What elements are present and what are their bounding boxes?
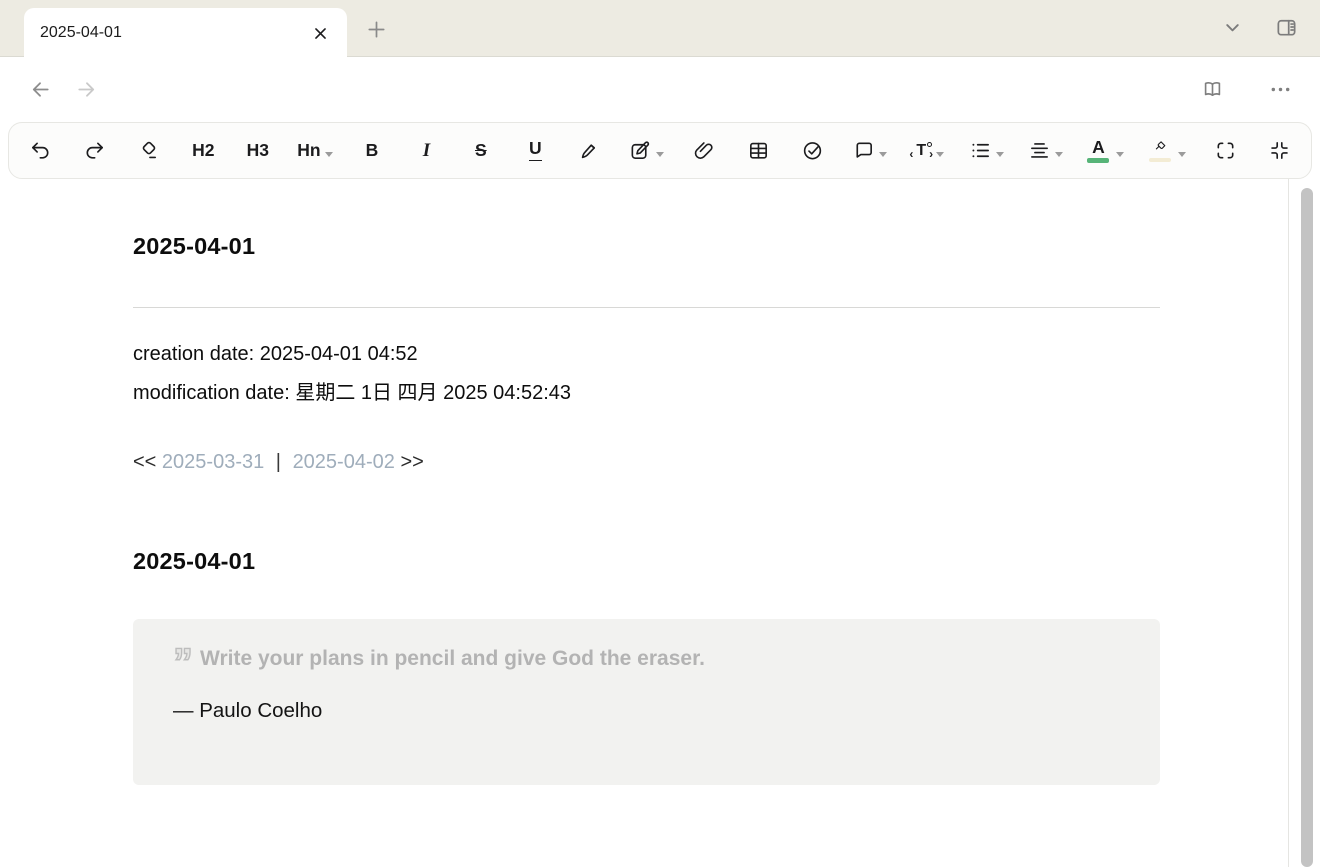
clear-format-eraser-button[interactable] <box>133 131 165 171</box>
nav-right-arrows: >> <box>400 451 423 473</box>
dropdown-caret-icon <box>1178 152 1186 157</box>
new-tab-button[interactable] <box>364 17 388 41</box>
underline-button[interactable]: U <box>519 131 551 171</box>
modification-date-line: modification date: 星期二 1日 四月 2025 04:52:… <box>133 374 1160 413</box>
dropdown-caret-icon <box>656 152 664 157</box>
exit-fullscreen-button[interactable] <box>1264 131 1296 171</box>
nav-left-arrows: << <box>133 451 156 473</box>
highlight-color-dropdown-button[interactable] <box>1148 131 1187 171</box>
navigation-row <box>0 57 1320 122</box>
forward-arrow-icon[interactable] <box>73 77 99 103</box>
underline-label: U <box>529 140 542 161</box>
heading2-label: H2 <box>192 142 214 160</box>
heading3-label: H3 <box>247 142 269 160</box>
insert-edit-dropdown-button[interactable] <box>628 131 665 171</box>
font-color-dropdown-button[interactable]: A <box>1086 131 1125 171</box>
dropdown-caret-icon <box>879 152 887 157</box>
italic-label: I <box>423 141 430 160</box>
text-options-dropdown-button[interactable]: T <box>910 131 945 171</box>
editor-pane: 2025-04-01 creation date: 2025-04-01 04:… <box>0 179 1320 867</box>
day-navigation: << 2025-03-31 | 2025-04-02 >> <box>133 451 1160 474</box>
dropdown-caret-icon <box>1116 152 1124 157</box>
titlebar-actions <box>1219 14 1299 40</box>
font-color-swatch <box>1087 158 1109 163</box>
comment-dropdown-button[interactable] <box>851 131 888 171</box>
creation-date-line: creation date: 2025-04-01 04:52 <box>133 335 1160 374</box>
dropdown-caret-icon <box>1055 152 1063 157</box>
italic-button[interactable]: I <box>410 131 442 171</box>
alignment-dropdown-button[interactable] <box>1027 131 1064 171</box>
dropdown-caret-icon <box>936 152 944 157</box>
prev-day-link[interactable]: 2025-03-31 <box>162 451 264 473</box>
font-color-letter: A <box>1092 139 1105 157</box>
reader-mode-icon[interactable] <box>1199 77 1225 103</box>
task-check-button[interactable] <box>796 131 828 171</box>
heading-n-label: Hn <box>297 142 320 160</box>
strikethrough-button[interactable]: S <box>465 131 497 171</box>
table-button[interactable] <box>742 131 774 171</box>
quote-text-line: ”Write your plans in pencil and give God… <box>173 644 1120 674</box>
quote-author: — Paulo Coelho <box>173 699 1120 723</box>
attachment-button[interactable] <box>688 131 720 171</box>
tab-title: 2025-04-01 <box>40 24 122 42</box>
dropdown-caret-icon <box>996 152 1004 157</box>
titlebar: 2025-04-01 <box>0 0 1320 57</box>
more-options-icon[interactable] <box>1267 77 1293 103</box>
document-heading: 2025-04-01 <box>133 548 1160 575</box>
heading-n-dropdown-button[interactable]: Hn <box>296 131 333 171</box>
quote-text: Write your plans in pencil and give God … <box>200 647 705 670</box>
nav-separator: | <box>270 451 287 473</box>
pane-divider <box>1288 179 1289 867</box>
vertical-scrollbar[interactable] <box>1301 188 1313 867</box>
heading3-button[interactable]: H3 <box>242 131 274 171</box>
sidebar-panel-icon[interactable] <box>1273 14 1299 40</box>
list-dropdown-button[interactable] <box>968 131 1005 171</box>
document-content: 2025-04-01 creation date: 2025-04-01 04:… <box>0 179 1160 785</box>
close-tab-icon[interactable] <box>309 22 331 44</box>
quote-block: ” Write your plans in pencil and give God… <box>133 619 1160 785</box>
document-title: 2025-04-01 <box>133 233 1160 260</box>
horizontal-rule <box>133 307 1160 308</box>
formatting-toolbar: H2 H3 Hn B I S U <box>8 122 1312 179</box>
next-day-link[interactable]: 2025-04-02 <box>293 451 395 473</box>
bold-label: B <box>366 142 379 160</box>
bold-button[interactable]: B <box>356 131 388 171</box>
quotation-marks-icon: ” <box>173 641 191 685</box>
redo-button[interactable] <box>78 131 110 171</box>
strikethrough-label: S <box>475 142 487 160</box>
highlighter-pen-button[interactable] <box>574 131 606 171</box>
highlight-color-icon <box>1149 140 1171 162</box>
font-color-icon: A <box>1087 139 1109 163</box>
heading2-button[interactable]: H2 <box>187 131 219 171</box>
tab-current[interactable]: 2025-04-01 <box>24 8 347 58</box>
dropdown-caret-icon <box>325 152 333 157</box>
chevron-down-icon[interactable] <box>1219 14 1245 40</box>
highlight-color-swatch <box>1149 158 1171 162</box>
back-arrow-icon[interactable] <box>27 77 53 103</box>
undo-button[interactable] <box>24 131 56 171</box>
fullscreen-button[interactable] <box>1209 131 1241 171</box>
